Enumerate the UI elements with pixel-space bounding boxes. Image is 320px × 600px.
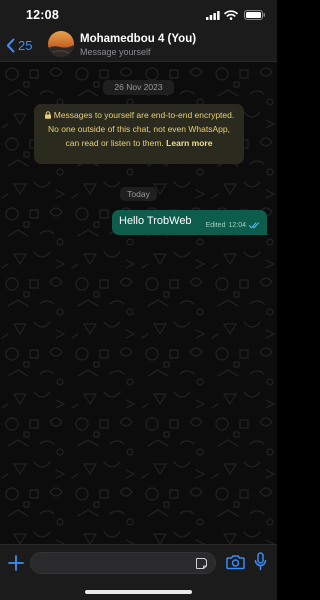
message-time: 12:04 (228, 222, 246, 229)
signal-icon (206, 11, 220, 20)
status-bar: 12:08 (0, 0, 277, 28)
encryption-notice[interactable]: Messages to yourself are end-to-end encr… (34, 104, 244, 164)
learn-more-link[interactable]: Learn more (166, 138, 212, 148)
lock-icon (44, 111, 51, 119)
back-button[interactable]: 25 (6, 34, 44, 56)
unread-count: 25 (18, 37, 33, 53)
message-input[interactable] (30, 552, 216, 574)
message-text: Hello TrobWeb (119, 215, 192, 227)
bubble-tail (264, 229, 270, 235)
avatar-image (48, 31, 74, 57)
chat-header: 25 Mohamedbou 4 (You) Message yourself (0, 28, 277, 62)
edited-label: Edited (205, 222, 226, 229)
status-time: 12:08 (26, 8, 59, 22)
today-separator: Today (120, 187, 157, 201)
camera-icon[interactable] (226, 554, 245, 570)
double-check-icon (249, 222, 259, 229)
wifi-icon (224, 10, 238, 20)
home-indicator (85, 590, 192, 594)
battery-icon (244, 10, 265, 20)
chevron-left-icon (6, 38, 15, 52)
mic-icon[interactable] (254, 552, 267, 571)
contact-subtitle: Message yourself (80, 47, 151, 57)
chat-screen: 12:08 25 Mohamedbou 4 (You) Message your… (0, 0, 277, 600)
date-separator: 26 Nov 2023 (103, 80, 174, 95)
plus-icon[interactable] (7, 554, 25, 572)
outgoing-message[interactable]: Hello TrobWeb Edited 12:04 (112, 210, 270, 235)
avatar[interactable] (48, 31, 74, 57)
message-meta: Edited 12:04 (206, 222, 260, 229)
contact-name[interactable]: Mohamedbou 4 (You) (80, 33, 196, 45)
sticker-icon[interactable] (195, 557, 208, 570)
